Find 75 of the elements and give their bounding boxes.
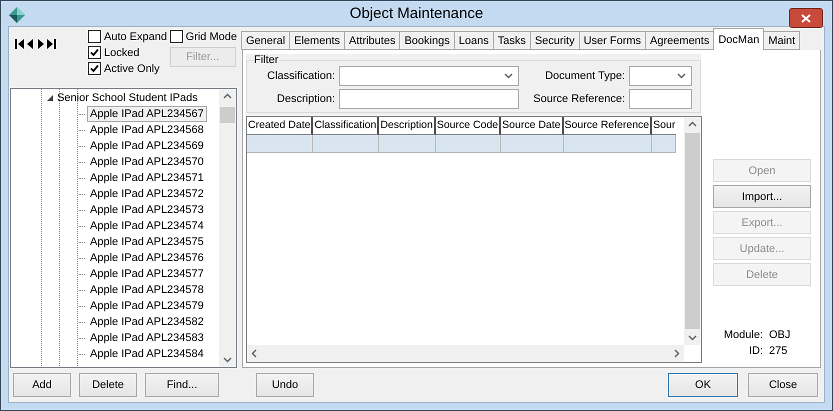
checkbox[interactable]: Locked xyxy=(88,45,170,60)
checkbox[interactable]: Auto Expand xyxy=(88,29,170,44)
tree-item[interactable]: Apple IPad APL234574 xyxy=(87,218,207,234)
info-label: Module: xyxy=(722,329,763,341)
description-field[interactable] xyxy=(339,89,519,109)
info-label: ID: xyxy=(748,345,763,357)
tree-item[interactable]: Apple IPad APL234576 xyxy=(87,250,207,266)
expanded-triangle-icon[interactable] xyxy=(47,95,53,101)
selected-row-cell[interactable] xyxy=(247,135,314,153)
tree-item[interactable]: Apple IPad APL234573 xyxy=(87,202,207,218)
last-record-icon[interactable] xyxy=(47,39,56,49)
tab[interactable]: Maint xyxy=(763,31,800,50)
tab[interactable]: General xyxy=(241,31,290,50)
scroll-down-icon[interactable] xyxy=(223,357,232,363)
tree-item[interactable]: Apple IPad APL234572 xyxy=(87,186,207,202)
tree-item[interactable]: Apple IPad APL234571 xyxy=(87,170,207,186)
undo-button[interactable]: Undo xyxy=(256,373,314,397)
tab[interactable]: Elements xyxy=(289,31,345,50)
close-icon[interactable] xyxy=(789,8,823,28)
action-button[interactable]: Delete xyxy=(79,373,137,397)
selected-row-cell[interactable] xyxy=(501,135,564,153)
selected-row-cell[interactable] xyxy=(379,135,436,153)
tree-item[interactable]: Apple IPad APL234569 xyxy=(87,138,207,154)
scrollbar-thumb[interactable] xyxy=(220,107,235,123)
tree-item[interactable]: Apple IPad APL234570 xyxy=(87,154,207,170)
action-button[interactable]: Add xyxy=(13,373,71,397)
field-label: Source Reference: xyxy=(532,93,625,105)
tab[interactable]: User Forms xyxy=(578,31,646,50)
tab[interactable]: Tasks xyxy=(492,31,531,50)
tree-item[interactable]: Apple IPad APL234583 xyxy=(87,330,207,346)
dialog-button[interactable]: OK xyxy=(668,373,738,397)
tree-node[interactable]: Senior School Student IPads xyxy=(11,90,219,106)
tab[interactable]: Bookings xyxy=(399,31,455,50)
tree-item[interactable]: Apple IPad APL234584 xyxy=(87,346,207,362)
selected-row-cell[interactable] xyxy=(313,135,380,153)
field-label: Description: xyxy=(276,93,335,105)
checkbox[interactable]: Grid Mode xyxy=(170,29,237,44)
app-logo-icon xyxy=(9,7,25,23)
tab[interactable]: Agreements xyxy=(645,31,714,50)
scroll-down-icon[interactable] xyxy=(688,335,697,341)
first-record-icon[interactable] xyxy=(15,39,24,49)
group-title: Filter xyxy=(253,54,280,66)
tab[interactable]: Loans xyxy=(454,31,494,50)
scrollbar[interactable] xyxy=(247,345,684,362)
field-label: Document Type: xyxy=(544,70,625,82)
selected-row-cell[interactable] xyxy=(564,135,652,153)
checkbox[interactable]: Active Only xyxy=(88,61,170,76)
tab[interactable]: Security xyxy=(530,31,580,50)
tree-item[interactable]: Apple IPad APL234575 xyxy=(87,234,207,250)
tree-item[interactable]: Apple IPad APL234567 xyxy=(87,106,207,122)
tree-item[interactable]: Apple IPad APL234579 xyxy=(87,298,207,314)
tree-item[interactable]: Apple IPad APL234578 xyxy=(87,282,207,298)
previous-record-icon[interactable] xyxy=(27,39,34,49)
selected-row-cell[interactable] xyxy=(652,135,676,153)
info-value: OBJ xyxy=(769,329,792,341)
scroll-right-icon[interactable] xyxy=(674,349,680,358)
dialog-button[interactable]: Close xyxy=(748,373,818,397)
field-label: Classification: xyxy=(266,70,335,82)
action-button[interactable]: Find... xyxy=(145,373,219,397)
selected-row-cell[interactable] xyxy=(436,135,502,153)
tab[interactable]: Attributes xyxy=(344,31,400,50)
source-reference-field[interactable] xyxy=(629,89,692,109)
window-title: Object Maintenance xyxy=(348,5,484,22)
info-value: 275 xyxy=(769,345,788,357)
tree-item[interactable]: Apple IPad APL234568 xyxy=(87,122,207,138)
scroll-left-icon[interactable] xyxy=(251,349,257,358)
scroll-up-icon[interactable] xyxy=(223,93,232,99)
tab[interactable]: DocMan xyxy=(713,28,764,50)
tree-item[interactable]: Apple IPad APL234577 xyxy=(87,266,207,282)
scrollbar[interactable] xyxy=(219,89,236,367)
action-button[interactable]: Import... xyxy=(713,185,811,208)
next-record-icon[interactable] xyxy=(37,39,44,49)
scrollbar[interactable] xyxy=(684,117,701,345)
tree-item[interactable]: Apple IPad APL234582 xyxy=(87,314,207,330)
scroll-up-icon[interactable] xyxy=(688,121,697,127)
